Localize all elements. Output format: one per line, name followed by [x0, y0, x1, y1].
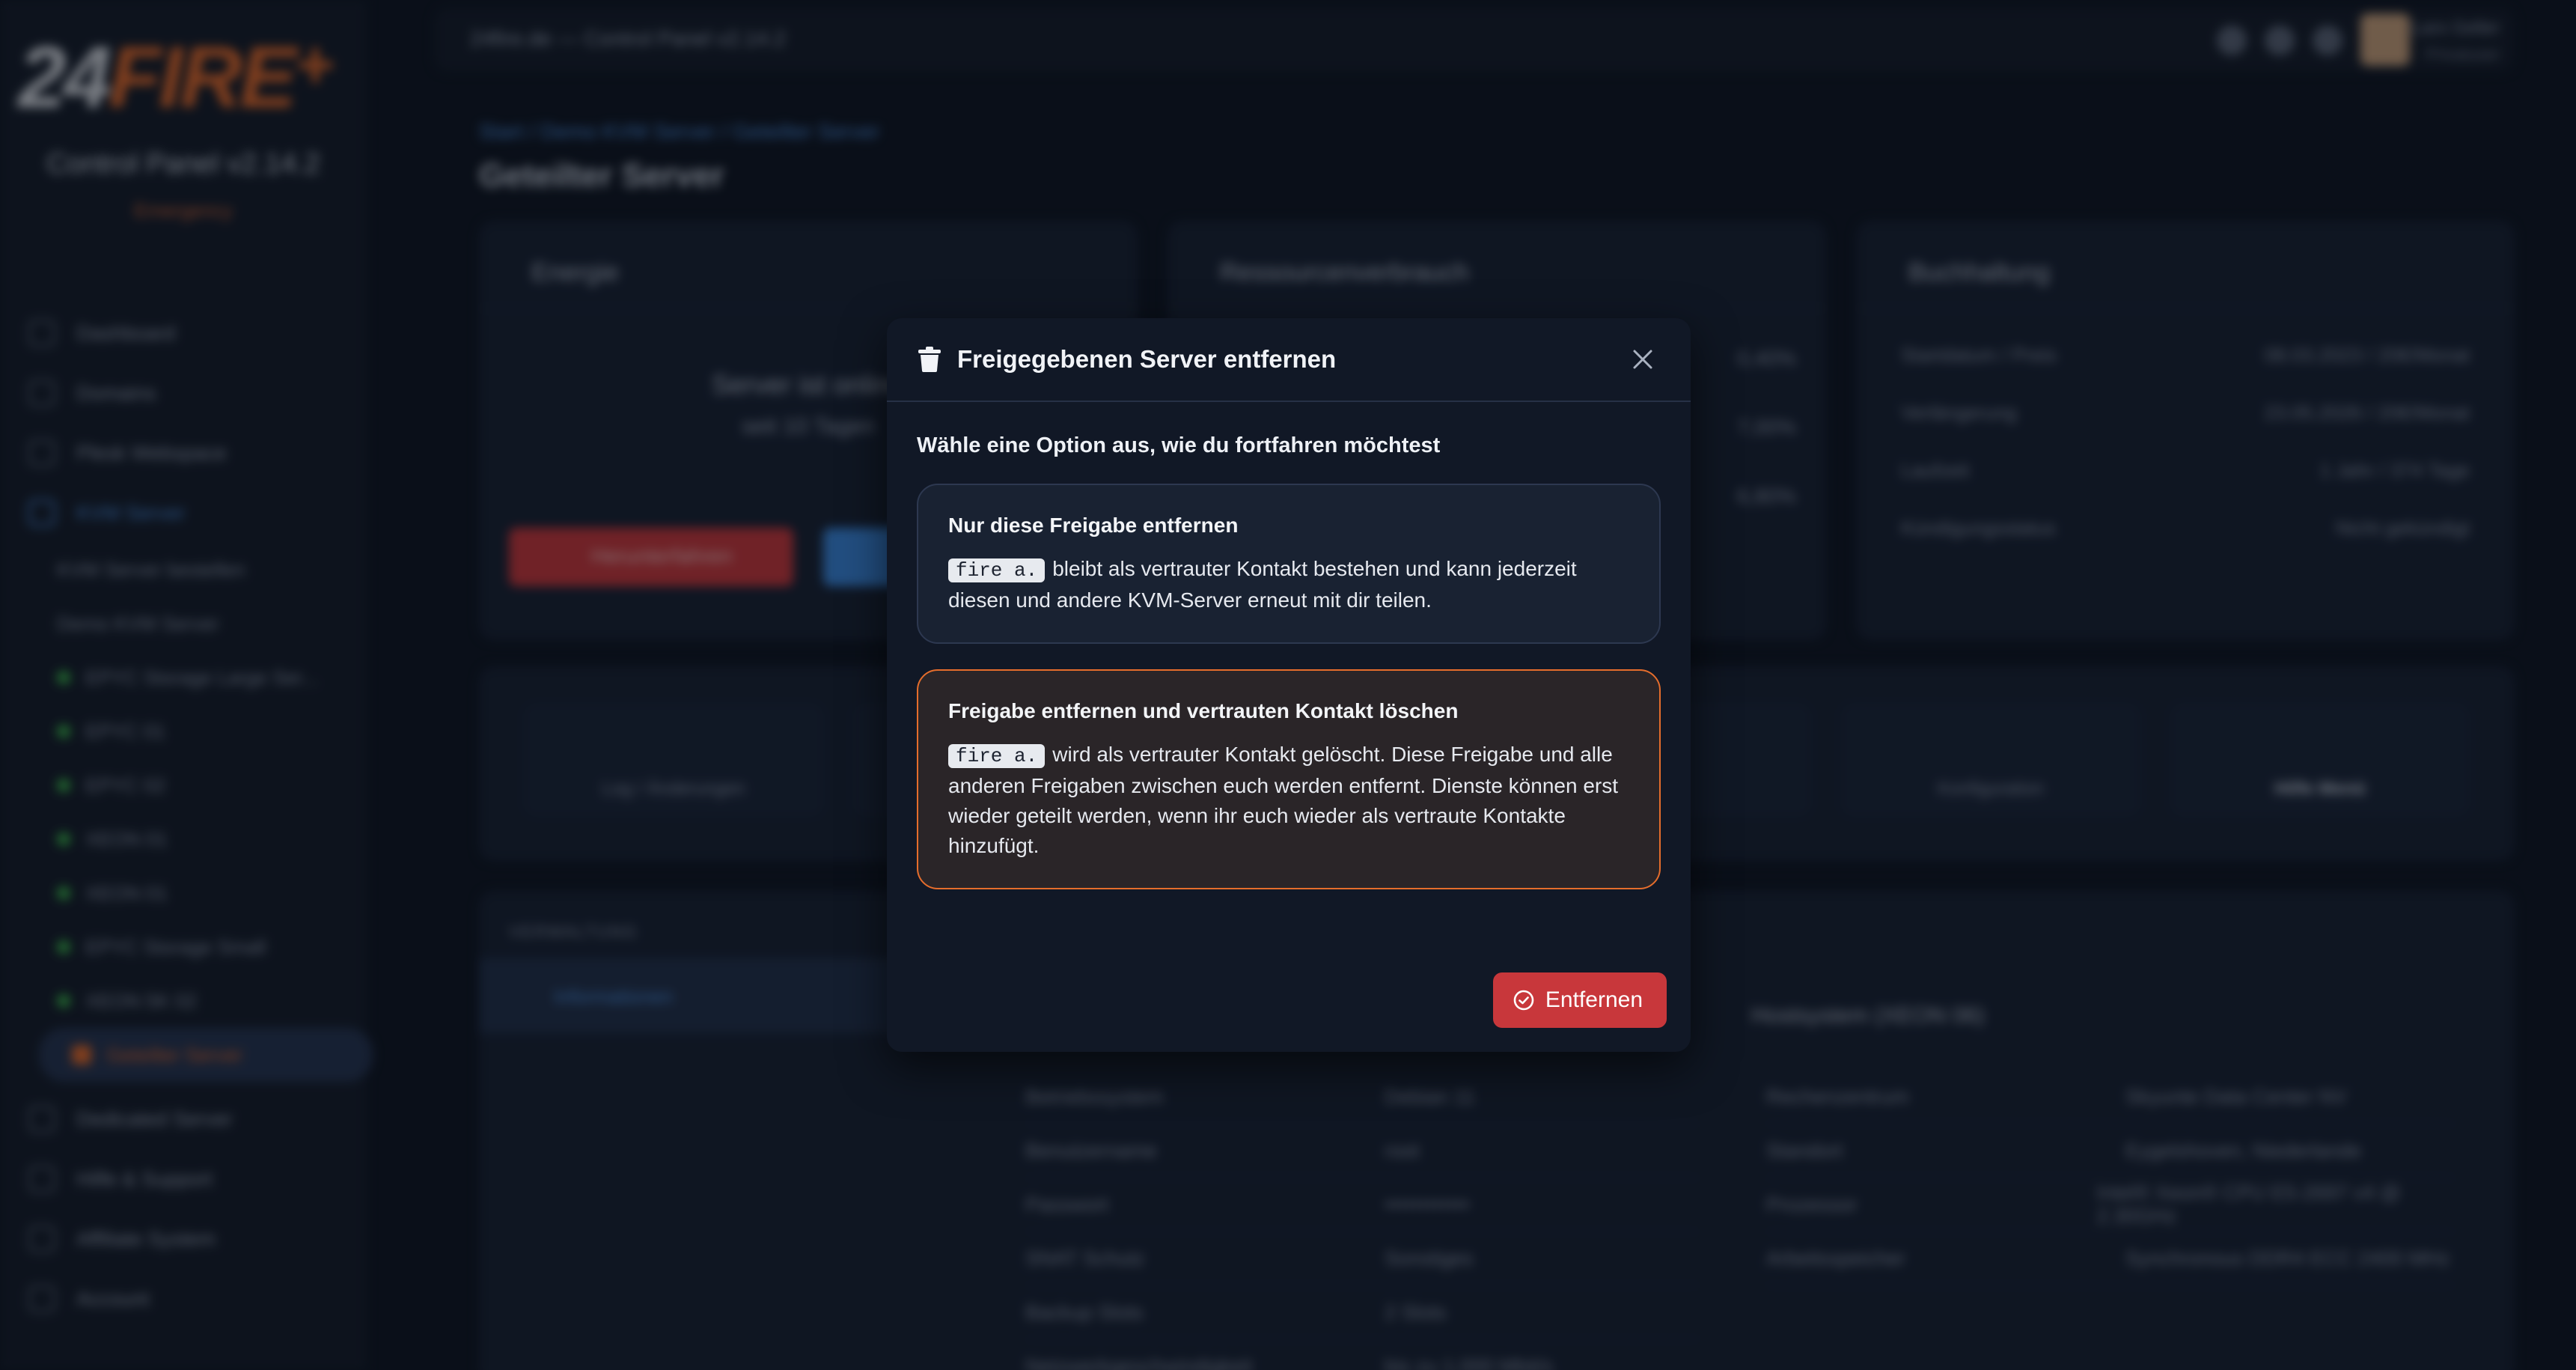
- close-button[interactable]: [1626, 343, 1659, 376]
- remove-button[interactable]: Entfernen: [1492, 972, 1667, 1028]
- option-description: fire a. bleibt als vertrauter Kontakt bes…: [948, 557, 1577, 612]
- close-icon: [1633, 350, 1652, 369]
- option-remove-and-delete-contact[interactable]: Freigabe entfernen und vertrauten Kontak…: [917, 669, 1661, 889]
- option-description: fire a. wird als vertrauter Kontakt gelös…: [948, 743, 1618, 857]
- option-title: Freigabe entfernen und vertrauten Kontak…: [948, 699, 1459, 722]
- remove-button-label: Entfernen: [1545, 987, 1643, 1012]
- dialog-header: Freigegebenen Server entfernen: [887, 318, 1691, 402]
- dialog-title: Freigegebenen Server entfernen: [957, 345, 1337, 373]
- contact-name-code: fire a.: [948, 558, 1046, 582]
- contact-name-code: fire a.: [948, 744, 1046, 768]
- option-title: Nur diese Freigabe entfernen: [948, 514, 1239, 537]
- dialog-body: Wähle eine Option aus, wie du fortfahren…: [887, 402, 1691, 889]
- dialog-prompt: Wähle eine Option aus, wie du fortfahren…: [917, 433, 1441, 457]
- option-remove-share-only[interactable]: Nur diese Freigabe entfernen fire a. blei…: [917, 484, 1661, 644]
- check-circle-icon: [1513, 990, 1534, 1011]
- remove-share-dialog: Freigegebenen Server entfernen Wähle ein…: [887, 318, 1691, 1052]
- trash-icon: [918, 347, 941, 372]
